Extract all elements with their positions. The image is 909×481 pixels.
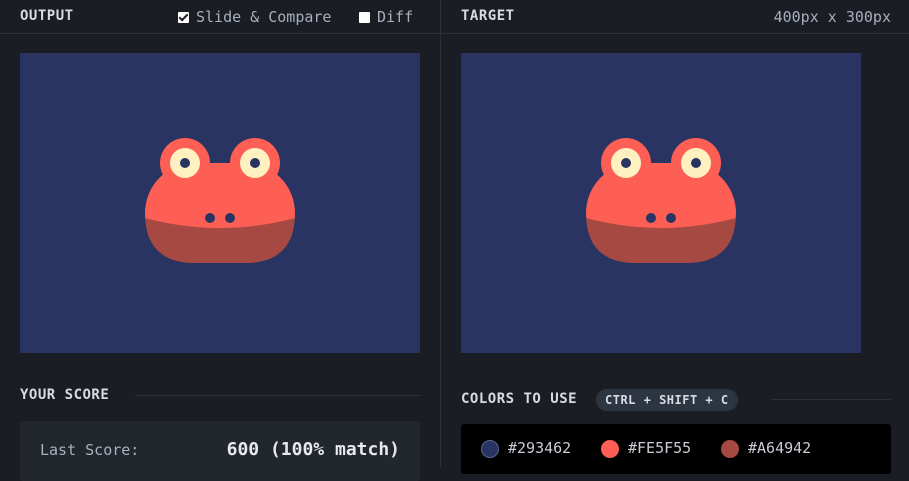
target-left-nostril [646,213,656,223]
diff-checkbox[interactable]: Diff [359,8,413,26]
score-panel: Last Score: 600 (100% match) [20,421,420,481]
last-score-label: Last Score: [40,441,140,459]
swatch-color-2[interactable] [601,440,619,458]
output-left-nostril [205,213,215,223]
swatch-label-3[interactable]: #A64942 [748,439,811,457]
slide-compare-checkbox[interactable]: Slide & Compare [178,8,331,26]
score-section-title: YOUR SCORE [20,387,110,403]
target-title: TARGET [461,8,515,24]
swatch-label-2[interactable]: #FE5F55 [628,439,691,457]
slide-compare-label: Slide & Compare [196,8,332,26]
colors-divider [771,399,891,400]
score-divider [135,395,420,396]
swatch-color-3[interactable] [721,440,739,458]
output-frog-art [20,53,420,353]
swatch-color-1[interactable] [481,440,499,458]
output-title: OUTPUT [20,8,74,24]
target-left-pupil [621,158,631,168]
diff-label: Diff [377,8,414,26]
target-header: TARGET 400px x 300px [441,0,909,34]
output-canvas[interactable] [20,53,420,353]
checkbox-unchecked-icon [359,12,370,23]
target-dimensions: 400px x 300px [773,8,891,26]
output-header: OUTPUT Slide & Compare Diff [0,0,440,34]
target-canvas [461,53,861,353]
checkbox-checked-icon [178,12,189,23]
target-frog-art [461,53,861,353]
output-pane: OUTPUT Slide & Compare Diff YOUR SCORE L… [0,0,440,481]
output-right-pupil [250,158,260,168]
swatch-label-1[interactable]: #293462 [508,439,571,457]
target-right-nostril [666,213,676,223]
target-right-pupil [691,158,701,168]
output-right-nostril [225,213,235,223]
target-pane: TARGET 400px x 300px COLORS TO USE CTRL … [441,0,909,474]
output-left-pupil [180,158,190,168]
copy-colors-shortcut-badge: CTRL + SHIFT + C [596,389,738,411]
colors-section-title: COLORS TO USE [461,391,578,407]
last-score-value: 600 (100% match) [226,439,400,460]
